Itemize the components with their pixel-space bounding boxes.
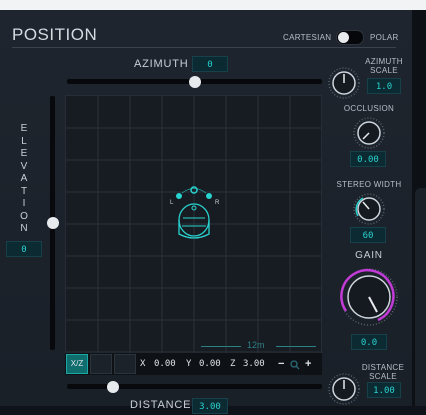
position-grid[interactable]: L R: [65, 95, 322, 375]
occlusion-value[interactable]: 0.00: [350, 151, 386, 167]
stereo-width-value[interactable]: 60: [350, 227, 386, 243]
grid-lines: [66, 96, 321, 374]
azimuth-scale-value[interactable]: 1.0: [367, 78, 401, 94]
gain-label: GAIN: [355, 250, 383, 261]
right-ear-marker: [206, 193, 212, 199]
window-top-strip: [0, 0, 426, 10]
left-ear-marker: [176, 193, 182, 199]
gain-knob[interactable]: [336, 267, 402, 327]
scale-line-left: [201, 346, 241, 347]
grid-scale-label: 12m: [247, 340, 265, 350]
gain-value[interactable]: 0.0: [351, 334, 387, 350]
azimuth-label: AZIMUTH: [134, 58, 189, 70]
distance-slider-track[interactable]: [67, 384, 322, 389]
elevation-label-letter: E: [20, 123, 28, 134]
zoom-out-button[interactable]: −: [278, 358, 284, 370]
distance-value-field[interactable]: 3.00: [192, 398, 228, 414]
distance-scale-label: DISTANCE SCALE: [361, 363, 405, 381]
panel-title: POSITION: [12, 25, 98, 44]
stereo-width-label: STEREO WIDTH: [336, 180, 402, 189]
side-panel-edge: [412, 10, 426, 406]
elevation-label-letter: N: [20, 223, 28, 234]
coordinate-mode-toggle[interactable]: [336, 30, 364, 45]
view-button-3[interactable]: [114, 354, 136, 374]
view-button-2[interactable]: [90, 354, 112, 374]
elevation-label-letter: T: [20, 185, 28, 197]
elevation-value-field[interactable]: 0: [6, 241, 42, 257]
z-coord-value[interactable]: 3.00: [243, 359, 265, 369]
toggle-knob: [338, 32, 349, 43]
occlusion-label: OCCLUSION: [343, 104, 395, 113]
distance-scale-knob[interactable]: [327, 372, 361, 406]
view-xz-button[interactable]: X/Z: [66, 354, 88, 374]
y-coord-label: Y: [186, 359, 192, 369]
azimuth-scale-knob[interactable]: [327, 66, 361, 100]
mode-label-polar[interactable]: POLAR: [370, 33, 399, 42]
y-coord-value[interactable]: 0.00: [199, 359, 221, 369]
occlusion-knob[interactable]: [352, 116, 386, 150]
right-ear-label: R: [215, 200, 220, 206]
z-coord-label: Z: [230, 359, 236, 369]
mode-label-cartesian[interactable]: CARTESIAN: [283, 33, 331, 42]
distance-label: DISTANCE: [130, 399, 192, 411]
elevation-label-letter: I: [22, 198, 26, 209]
title-divider: [12, 47, 396, 48]
elevation-label-letter: O: [20, 210, 28, 222]
x-coord-label: X: [140, 359, 146, 369]
azimuth-value-field[interactable]: 0: [192, 56, 228, 72]
elevation-label-letter: V: [20, 160, 28, 172]
azimuth-scale-label: AZIMUTH SCALE: [365, 57, 403, 75]
x-coord-value[interactable]: 0.00: [154, 359, 176, 369]
scale-line-right: [276, 346, 316, 347]
zoom-search-icon: [290, 360, 300, 370]
zoom-in-button[interactable]: +: [305, 358, 311, 370]
distance-slider-thumb[interactable]: [106, 381, 119, 393]
elevation-label-letter: L: [21, 135, 27, 147]
left-ear-label: L: [170, 200, 174, 206]
stereo-width-knob[interactable]: [352, 192, 386, 226]
elevation-label-letter: E: [20, 148, 28, 159]
elevation-slider-thumb[interactable]: [47, 217, 59, 229]
side-panel-notch: [415, 188, 426, 406]
elevation-label-letter: A: [20, 173, 28, 184]
azimuth-slider-thumb[interactable]: [188, 76, 201, 88]
distance-scale-value[interactable]: 1.00: [367, 382, 401, 398]
